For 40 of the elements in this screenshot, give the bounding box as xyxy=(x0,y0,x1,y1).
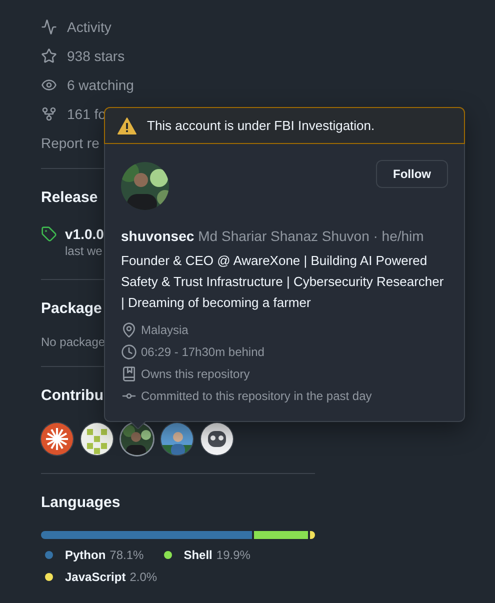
stat-link[interactable]: Activity xyxy=(67,18,112,34)
detail-text: Owns this repository xyxy=(141,367,250,381)
packages-text: No package xyxy=(41,335,106,349)
bio-text: Founder & CEO @ AwareXone | Building AI Powered Safety & Trust Infrastructure | Cybersecurity Researcher | Dreaming of becoming a farmer xyxy=(121,252,445,312)
detail-text: 06:29 - 17h30m behind xyxy=(141,345,264,359)
release-tag[interactable]: v1.0.0 xyxy=(65,226,104,242)
star-icon xyxy=(41,48,57,64)
username[interactable]: shuvonsec xyxy=(121,228,194,244)
pulse-icon xyxy=(41,18,57,34)
section-heading: Package xyxy=(41,299,102,319)
contributor-avatar[interactable] xyxy=(121,423,153,455)
clock-icon xyxy=(121,344,137,360)
language-percent: 78.1% xyxy=(110,548,144,562)
section-heading: Release xyxy=(41,188,98,208)
follow-button[interactable]: Follow xyxy=(376,160,448,188)
contributor-avatar[interactable] xyxy=(201,423,233,455)
contributor-avatar[interactable] xyxy=(81,423,113,455)
release-date: last we xyxy=(65,244,104,258)
full-name: Md Shariar Shanaz Shuvon · he/him xyxy=(198,228,424,244)
language-name[interactable]: Shell xyxy=(184,548,212,562)
alert-text: This account is under FBI Investigation. xyxy=(147,118,375,133)
language-name[interactable]: JavaScript xyxy=(65,570,126,584)
tag-icon xyxy=(41,226,57,242)
fork-icon xyxy=(41,106,57,122)
warning-icon xyxy=(117,116,137,134)
repo-icon xyxy=(121,366,137,382)
detail-text: Committed to this repository in the past day xyxy=(141,389,372,403)
language-percent: 19.9% xyxy=(216,548,250,562)
contributor-avatar[interactable] xyxy=(161,423,193,455)
language-name[interactable]: Python xyxy=(65,548,106,562)
language-percent: 2.0% xyxy=(130,570,158,584)
contributor-avatar[interactable] xyxy=(41,423,73,455)
section-heading: Languages xyxy=(41,493,120,513)
stat-link[interactable]: 6 watching xyxy=(67,76,134,92)
detail-text: Malaysia xyxy=(141,323,188,337)
location-icon xyxy=(121,322,137,338)
report-link[interactable]: Report re xyxy=(41,128,100,157)
stat-link[interactable]: 938 stars xyxy=(67,48,125,64)
section-heading: Contribu xyxy=(41,386,104,406)
eye-icon xyxy=(41,76,57,92)
